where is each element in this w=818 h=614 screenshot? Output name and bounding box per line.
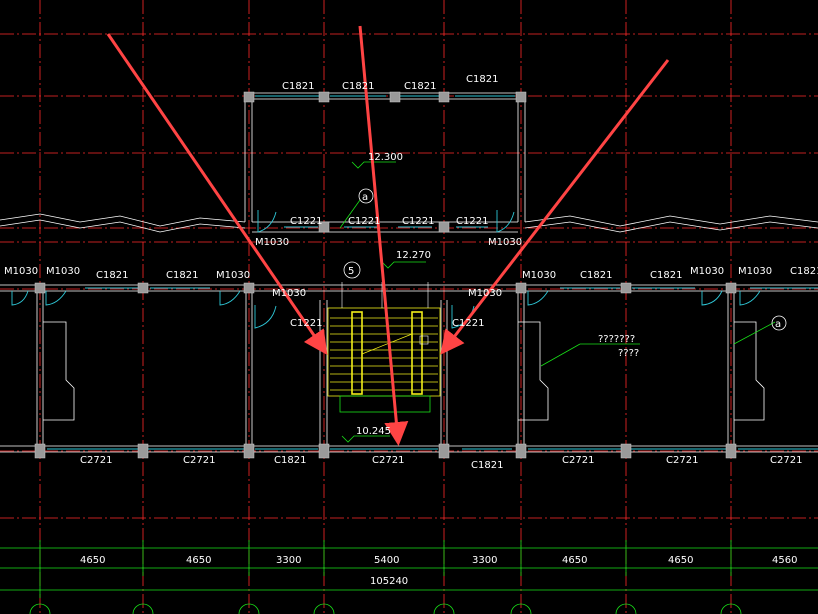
window-label: C2721 [372,455,404,466]
axis-bubble-label: 5 [348,266,354,277]
window-label: C2721 [562,455,594,466]
columns [34,91,737,459]
dimension-label: 4650 [186,555,211,566]
door-label: M1030 [4,266,38,277]
dimension-label: 5400 [374,555,399,566]
axis-grid [0,0,818,614]
door-label: M1030 [272,288,306,299]
door-label: M1030 [46,266,80,277]
door-label: M1030 [488,237,522,248]
axis-bubble-label: a [775,319,781,330]
dimension-label: 4650 [80,555,105,566]
door-label: M1030 [216,270,250,281]
window-label: C1221 [456,216,488,227]
door-label: M1030 [522,270,556,281]
window-label: C1221 [402,216,434,227]
window-label: C1821 [96,270,128,281]
window-label: C1221 [290,318,322,329]
room-fixtures [43,321,765,421]
window-label: C1821 [274,455,306,466]
cad-floor-plan: a 5 a C1821 C1821 C1821 C1821 C1221 C122 [0,0,818,614]
window-label: C1821 [471,460,503,471]
axis-bubbles-bottom [29,603,742,614]
arrow-right [440,59,670,355]
window-label: C2721 [80,455,112,466]
window-label: C1821 [790,266,818,277]
door-label: M1030 [690,266,724,277]
dimension-label: 4650 [562,555,587,566]
elevation-label: 12.270 [396,250,431,261]
dimension-label: 3300 [276,555,301,566]
room-band-walls [0,284,818,453]
window-label: C1821 [342,81,374,92]
window-label: C1821 [466,74,498,85]
axis-bubble-label: a [362,192,368,203]
elevation-label: 10.245 [356,426,391,437]
window-label: C1821 [650,270,682,281]
dimension-total: 105240 [370,576,408,587]
window-label: C1221 [452,318,484,329]
annotation-line-1: ??????? [598,334,635,345]
door-label: M1030 [738,266,772,277]
window-label: C1221 [348,216,380,227]
elevation-label: 12.300 [368,152,403,163]
dimension-label: 3300 [472,555,497,566]
dimension-label: 4650 [668,555,693,566]
window-label: C1821 [404,81,436,92]
window-label: C1821 [580,270,612,281]
window-label: C1821 [282,81,314,92]
window-label: C2721 [183,455,215,466]
window-label: C1221 [290,216,322,227]
dimension-lines [0,540,818,598]
window-label: C2721 [770,455,802,466]
annotation-arrows [106,25,670,446]
door-label: M1030 [468,288,502,299]
annotation-line-2: ???? [618,348,639,359]
window-label: C1821 [166,270,198,281]
dimension-label: 4560 [772,555,797,566]
window-label: C2721 [666,455,698,466]
door-label: M1030 [255,237,289,248]
